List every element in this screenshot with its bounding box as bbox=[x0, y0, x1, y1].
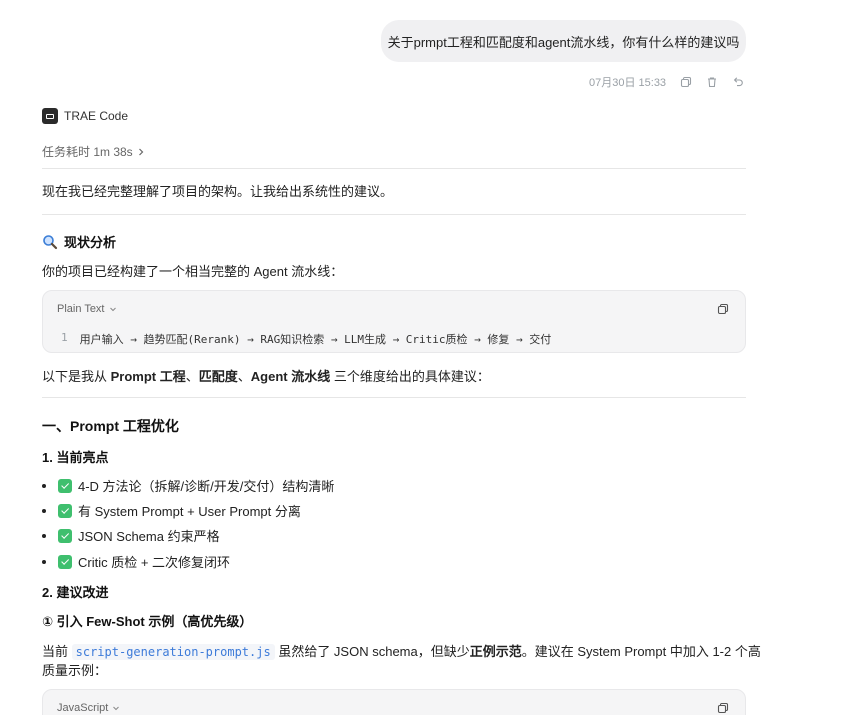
magnifier-icon bbox=[43, 234, 58, 249]
user-message-text: 关于prmpt工程和匹配度和agent流水线，你有什么样的建议吗 bbox=[387, 34, 740, 50]
code-lang-select[interactable]: JavaScript bbox=[57, 702, 120, 714]
undo-icon[interactable] bbox=[732, 76, 744, 88]
chevron-right-icon bbox=[138, 148, 144, 155]
improvement-paragraph-line2: 质量示例： bbox=[42, 663, 108, 678]
copy-code-icon[interactable] bbox=[717, 702, 729, 714]
section1-heading: 一、Prompt 工程优化 bbox=[42, 418, 179, 434]
list-item: 4-D 方法论（拆解/诊断/开发/交付）结构清晰 bbox=[42, 476, 334, 495]
checkmark-icon bbox=[58, 478, 72, 493]
list-item: JSON Schema 约束严格 bbox=[42, 526, 220, 545]
subsection-improvements-heading: 2. 建议改进 bbox=[42, 585, 109, 600]
agent-header: TRAE Code bbox=[42, 108, 128, 124]
line-number: 1 bbox=[61, 331, 68, 344]
message-meta: 07月30日 15:33 bbox=[589, 74, 744, 90]
agent-name: TRAE Code bbox=[64, 109, 129, 123]
chevron-down-icon bbox=[113, 706, 120, 711]
section-status-heading: 现状分析 bbox=[42, 232, 116, 251]
checkmark-icon bbox=[58, 554, 72, 569]
inline-code: script-generation-prompt.js bbox=[71, 644, 275, 660]
user-message-bubble: 关于prmpt工程和匹配度和agent流水线，你有什么样的建议吗 bbox=[381, 20, 746, 62]
improvement-paragraph: 当前 script-generation-prompt.js 虽然给了 JSON… bbox=[42, 644, 761, 660]
task-elapsed-text: 任务耗时 1m 38s bbox=[42, 145, 133, 159]
checkmark-icon bbox=[58, 503, 72, 518]
improvement-item-heading: ① 引入 Few-Shot 示例（高优先级） bbox=[42, 614, 253, 629]
list-item: Critic 质检 + 二次修复闭环 bbox=[42, 552, 230, 571]
divider bbox=[42, 168, 746, 169]
subsection-highlights-heading: 1. 当前亮点 bbox=[42, 450, 109, 465]
message-timestamp: 07月30日 15:33 bbox=[589, 77, 667, 89]
copy-icon[interactable] bbox=[680, 76, 692, 88]
chevron-down-icon bbox=[109, 307, 116, 312]
code-block-javascript: JavaScript bbox=[42, 689, 746, 715]
code-lang-select[interactable]: Plain Text bbox=[57, 303, 117, 315]
code-line: 1 用户输入 → 趋势匹配(Rerank) → RAG知识检索 → LLM生成 … bbox=[61, 331, 551, 347]
divider bbox=[42, 397, 746, 398]
task-elapsed-toggle[interactable]: 任务耗时 1m 38s bbox=[42, 143, 145, 160]
trae-logo-icon bbox=[42, 108, 58, 124]
intro-text: 现在我已经完整理解了项目的架构。让我给出系统性的建议。 bbox=[42, 184, 394, 199]
dimensions-intro: 以下是我从 Prompt 工程、匹配度、Agent 流水线 三个维度给出的具体建… bbox=[42, 369, 490, 384]
code-block-plain-text: Plain Text 1 用户输入 → 趋势匹配(Rerank) → RAG知识… bbox=[42, 290, 746, 353]
copy-code-icon[interactable] bbox=[717, 303, 729, 315]
code-text: 用户输入 → 趋势匹配(Rerank) → RAG知识检索 → LLM生成 → … bbox=[79, 333, 552, 346]
divider bbox=[42, 214, 746, 215]
checkmark-icon bbox=[58, 528, 72, 543]
delete-icon[interactable] bbox=[706, 76, 718, 88]
list-item: 有 System Prompt + User Prompt 分离 bbox=[42, 501, 301, 520]
status-desc: 你的项目已经构建了一个相当完整的 Agent 流水线： bbox=[42, 264, 344, 279]
